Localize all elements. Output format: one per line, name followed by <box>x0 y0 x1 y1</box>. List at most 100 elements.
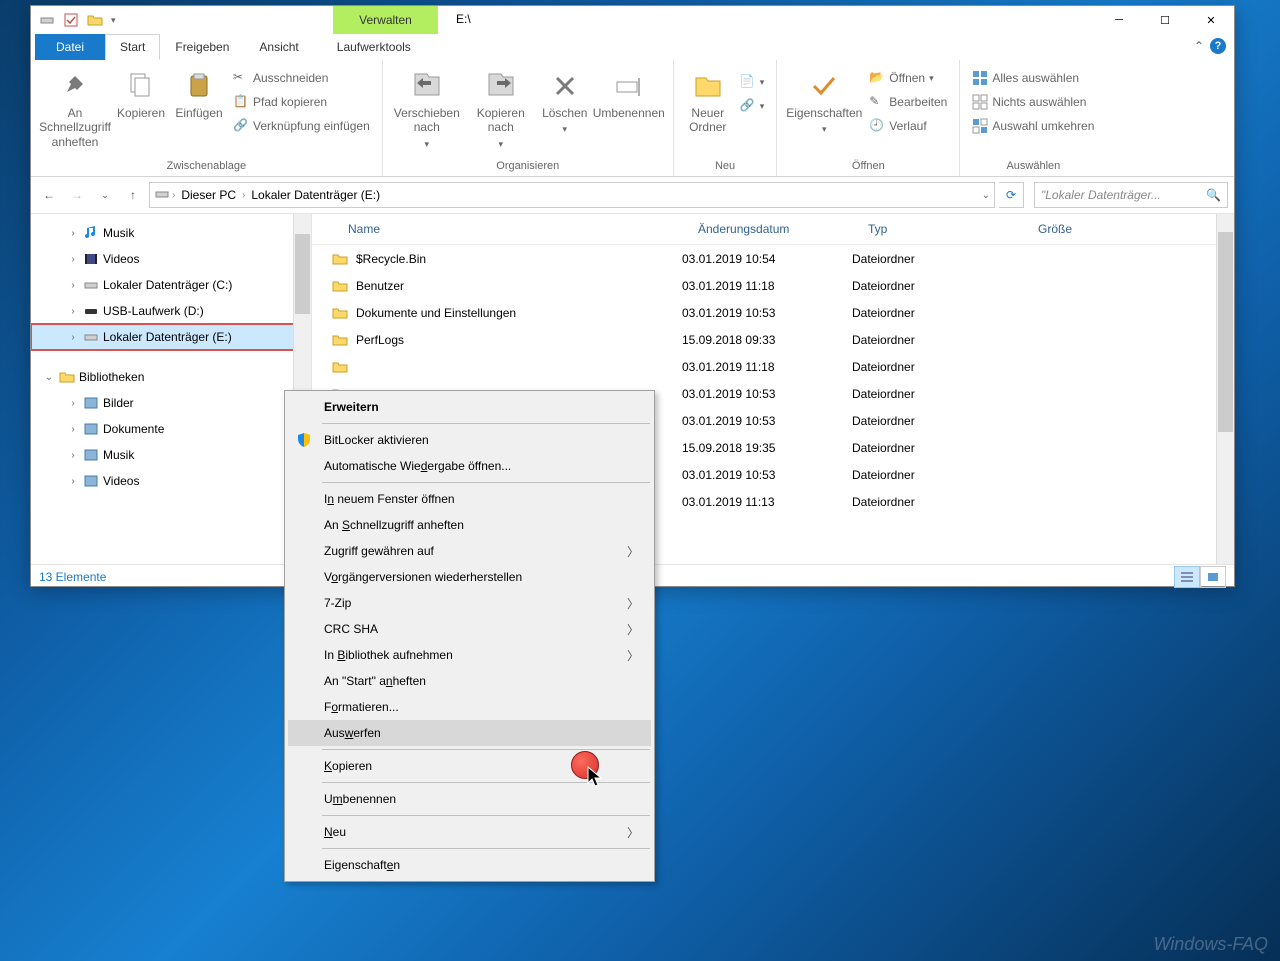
file-type: Dateiordner <box>852 252 1022 266</box>
tree-lib-bilder[interactable]: ›Bilder <box>31 390 311 416</box>
pin-to-quick-access-button[interactable]: An Schnellzugriff anheften <box>39 64 111 149</box>
expand-icon[interactable]: › <box>67 398 79 409</box>
tab-drivetools[interactable]: Laufwerktools <box>322 34 426 60</box>
tree-lib-dokumente[interactable]: ›Dokumente <box>31 416 311 442</box>
folder-qat-icon[interactable] <box>87 12 103 28</box>
close-button[interactable]: ✕ <box>1188 6 1234 34</box>
col-type-header[interactable]: Typ <box>868 222 1038 236</box>
rename-button[interactable]: Umbenennen <box>593 64 665 120</box>
history-button[interactable]: 🕘Verlauf <box>865 116 951 136</box>
tree-libraries[interactable]: ⌄ Bibliotheken <box>31 364 311 390</box>
menu-item-auswerfen[interactable]: Auswerfen <box>288 720 651 746</box>
tree-lib-videos[interactable]: ›Videos <box>31 468 311 494</box>
tree-item-lokaler-datentr-ger-c-[interactable]: ›Lokaler Datenträger (C:) <box>31 272 311 298</box>
paste-shortcut-button[interactable]: 🔗Verknüpfung einfügen <box>229 116 374 136</box>
menu-item-in-bibliothek-aufnehmen[interactable]: In Bibliothek aufnehmen〉 <box>288 642 651 668</box>
menu-item-eigenschaften[interactable]: Eigenschaften <box>288 852 651 878</box>
minimize-button[interactable]: ─ <box>1096 6 1142 34</box>
menu-item-an-schnellzugriff-anheften[interactable]: An Schnellzugriff anheften <box>288 512 651 538</box>
expand-icon[interactable]: › <box>67 332 79 343</box>
back-button[interactable]: ← <box>37 183 61 207</box>
menu-item-neu[interactable]: Neu〉 <box>288 819 651 845</box>
help-icon[interactable]: ? <box>1210 38 1226 54</box>
select-none-button[interactable]: Nichts auswählen <box>968 92 1098 112</box>
breadcrumb-drive[interactable]: Lokaler Datenträger (E:) <box>247 186 384 204</box>
expand-icon[interactable]: › <box>67 254 79 265</box>
context-menu: Erweitern BitLocker aktivierenAutomatisch… <box>284 390 655 882</box>
select-all-button[interactable]: Alles auswählen <box>968 68 1098 88</box>
content-scrollbar[interactable] <box>1216 214 1234 564</box>
easy-access-button[interactable]: 🔗▾ <box>736 96 769 116</box>
file-row[interactable]: $Recycle.Bin03.01.2019 10:54Dateiordner <box>312 245 1234 272</box>
menu-item-zugriff-gew-hren-auf[interactable]: Zugriff gewähren auf〉 <box>288 538 651 564</box>
menu-item-an-start-anheften[interactable]: An "Start" anheften <box>288 668 651 694</box>
tab-ansicht[interactable]: Ansicht <box>244 34 313 60</box>
nav-scroll-thumb[interactable] <box>295 234 310 314</box>
new-folder-button[interactable]: Neuer Ordner <box>682 64 734 135</box>
col-date-header[interactable]: Änderungsdatum <box>698 222 868 236</box>
expand-icon[interactable]: › <box>67 280 79 291</box>
menu-item-in-neuem-fenster-ffnen[interactable]: In neuem Fenster öffnen <box>288 486 651 512</box>
menu-item-bitlocker-aktivieren[interactable]: BitLocker aktivieren <box>288 427 651 453</box>
cut-button[interactable]: ✂Ausschneiden <box>229 68 374 88</box>
copy-button[interactable]: Kopieren <box>113 64 169 120</box>
file-row[interactable]: Dokumente und Einstellungen03.01.2019 10… <box>312 299 1234 326</box>
edit-button[interactable]: ✎Bearbeiten <box>865 92 951 112</box>
file-row[interactable]: PerfLogs15.09.2018 09:33Dateiordner <box>312 326 1234 353</box>
search-input[interactable]: "Lokaler Datenträger... 🔍 <box>1034 182 1228 208</box>
up-button[interactable]: ↑ <box>121 183 145 207</box>
expand-icon[interactable]: › <box>67 228 79 239</box>
paste-button[interactable]: Einfügen <box>171 64 227 120</box>
qat-dropdown-icon[interactable]: ▾ <box>111 15 116 26</box>
move-to-button[interactable]: Verschieben nach▾ <box>391 64 463 150</box>
tab-start[interactable]: Start <box>105 34 160 60</box>
copy-to-button[interactable]: Kopieren nach▾ <box>465 64 537 150</box>
menu-item-automatische-wiedergabe-ffnen[interactable]: Automatische Wiedergabe öffnen... <box>288 453 651 479</box>
breadcrumb-pc[interactable]: Dieser PC <box>177 186 240 204</box>
refresh-button[interactable]: ⟳ <box>999 182 1024 208</box>
invert-selection-button[interactable]: Auswahl umkehren <box>968 116 1098 136</box>
file-row[interactable]: Benutzer03.01.2019 11:18Dateiordner <box>312 272 1234 299</box>
content-scroll-thumb[interactable] <box>1218 232 1233 432</box>
collapse-ribbon-icon[interactable]: ⌃ <box>1194 39 1204 53</box>
menu-item-erweitern[interactable]: Erweitern <box>288 394 651 420</box>
col-size-header[interactable]: Größe <box>1038 222 1234 236</box>
col-name-header[interactable]: Name <box>312 222 698 236</box>
tree-lib-musik[interactable]: ›Musik <box>31 442 311 468</box>
menu-item-vorg-ngerversionen-wiederherstellen[interactable]: Vorgängerversionen wiederherstellen <box>288 564 651 590</box>
address-bar[interactable]: › Dieser PC › Lokaler Datenträger (E:) ⌄ <box>149 182 995 208</box>
maximize-button[interactable]: ☐ <box>1142 6 1188 34</box>
item-count: 13 Elemente <box>39 570 106 584</box>
menu-item-crc-sha[interactable]: CRC SHA〉 <box>288 616 651 642</box>
tab-freigeben[interactable]: Freigeben <box>160 34 244 60</box>
collapse-icon[interactable]: ⌄ <box>43 372 55 383</box>
forward-button[interactable]: → <box>65 183 89 207</box>
tree-item-usb-laufwerk-d-[interactable]: ›USB-Laufwerk (D:) <box>31 298 311 324</box>
delete-button[interactable]: Löschen▾ <box>539 64 591 135</box>
properties-button[interactable]: Eigenschaften▾ <box>785 64 863 135</box>
menu-item-formatieren[interactable]: Formatieren... <box>288 694 651 720</box>
open-button[interactable]: 📂Öffnen▾ <box>865 68 951 88</box>
recent-locations-button[interactable]: ⌄ <box>93 183 117 207</box>
expand-icon[interactable]: › <box>67 424 79 435</box>
file-type: Dateiordner <box>852 279 1022 293</box>
crumb-sep-icon[interactable]: › <box>242 190 245 201</box>
file-row[interactable]: 03.01.2019 11:18Dateiordner <box>312 353 1234 380</box>
details-view-button[interactable] <box>1174 566 1200 588</box>
tab-file[interactable]: Datei <box>35 34 105 60</box>
properties-qat-icon[interactable] <box>63 12 79 28</box>
address-dropdown-icon[interactable]: ⌄ <box>982 190 990 201</box>
copy-path-button[interactable]: 📋Pfad kopieren <box>229 92 374 112</box>
tree-item-lokaler-datentr-ger-e-[interactable]: ›Lokaler Datenträger (E:) <box>31 324 311 350</box>
expand-icon[interactable]: › <box>67 450 79 461</box>
expand-icon[interactable]: › <box>67 306 79 317</box>
new-item-button[interactable]: 📄▾ <box>736 72 769 92</box>
tree-item-videos[interactable]: ›Videos <box>31 246 311 272</box>
tree-item-musik[interactable]: ›Musik <box>31 220 311 246</box>
expand-icon[interactable]: › <box>67 476 79 487</box>
contextual-tab-header: Verwalten <box>333 6 438 34</box>
icons-view-button[interactable] <box>1200 566 1226 588</box>
crumb-sep-icon[interactable]: › <box>172 190 175 201</box>
menu-item-zip[interactable]: 7-Zip〉 <box>288 590 651 616</box>
invert-icon <box>972 118 988 134</box>
